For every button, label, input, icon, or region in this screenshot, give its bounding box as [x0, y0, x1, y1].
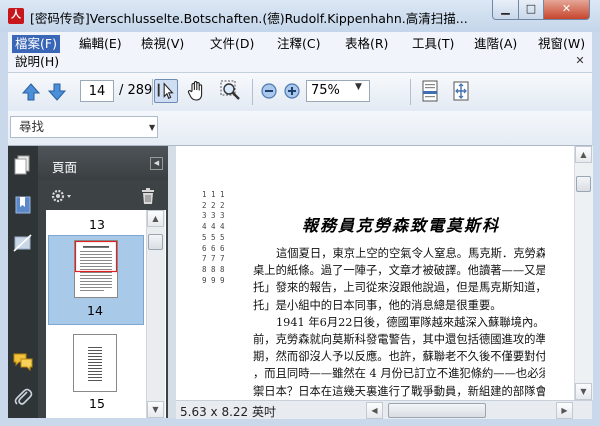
chevron-down-icon[interactable]: ▼ — [149, 123, 155, 132]
text-line: 期，然而卻沒人予以反應。也許，蘇聯老不久後不僅要對付德國 — [253, 350, 545, 364]
page-number-input[interactable]: 14 — [80, 80, 114, 102]
line-number-margin: 1 1 1 2 2 2 3 3 3 4 4 4 5 5 5 6 6 6 7 7 … — [202, 190, 225, 285]
find-toolbar: 尋找 ▼ — [8, 111, 592, 146]
document-horizontal-scrollbar[interactable]: ◀ ▶ — [366, 402, 574, 419]
menu-help[interactable]: 說明(H) — [12, 53, 62, 71]
minimize-button[interactable]: ▁ — [492, 0, 519, 20]
hand-tool-icon[interactable] — [185, 79, 209, 103]
scrollbar-thumb[interactable] — [148, 234, 163, 250]
document-status-bar: 5.63 x 8.22 英吋 ◀ ▶ — [176, 400, 592, 419]
scroll-up-icon[interactable]: ▲ — [575, 146, 592, 163]
thumbnail-label[interactable]: 13 — [46, 217, 148, 232]
document-view: 1 1 1 2 2 2 3 3 3 4 4 4 5 5 5 6 6 6 7 7 … — [168, 146, 593, 419]
scrollbar-thumb[interactable] — [388, 403, 486, 418]
zoom-in-icon[interactable] — [280, 79, 304, 103]
page-size-readout: 5.63 x 8.22 英吋 — [180, 405, 276, 419]
total-pages: / 289 — [119, 83, 153, 98]
thumbnail-page-14[interactable] — [74, 240, 118, 298]
menu-window[interactable]: 視窗(W) — [535, 35, 588, 53]
text-line: 托」是小組中的日本同事，他的消息總是很重要。 — [253, 298, 502, 312]
thumbnail-scrollbar[interactable]: ▲ ▼ — [146, 210, 165, 418]
scroll-up-icon[interactable]: ▲ — [147, 210, 164, 227]
acrobat-reader-icon: 人 — [8, 8, 24, 24]
menu-file[interactable]: 檔案(F) — [12, 35, 60, 53]
thumbnail-list: 13 14 15 ▲ ▼ — [46, 210, 166, 418]
trash-icon[interactable] — [141, 188, 155, 204]
menu-comments[interactable]: 注釋(C) — [274, 35, 323, 53]
toolbar-separator — [252, 79, 253, 105]
text-line: 禦日本？日本在這幾天裏進行了戰爭動員，新組建的部隊會被調 — [253, 384, 545, 398]
find-input[interactable]: 尋找 — [10, 116, 158, 138]
toolbar: 14 / 289 75% ▼ — [8, 72, 592, 112]
menu-advanced[interactable]: 進階(A) — [471, 35, 520, 53]
text-line: 托」發來的報告，上司從來沒跟他說過，但是馬克斯知道，「奧 — [253, 281, 545, 295]
title-bar: 人 [密码传奇]Verschlusselte.Botschaften.(德)Ru… — [0, 0, 600, 32]
toolbar-separator — [152, 79, 153, 105]
chevron-down-icon[interactable]: ▼ — [355, 82, 362, 92]
zoom-out-icon[interactable] — [257, 79, 281, 103]
text-line: 桌上的紙條。過了一陣子，文章才被破譯。他讀著——又是「奧 — [253, 264, 545, 278]
fit-page-icon[interactable] — [449, 79, 473, 103]
select-tool-icon[interactable] — [154, 79, 178, 103]
thumbnail-label[interactable]: 14 — [47, 303, 143, 318]
toolbar-separator — [410, 79, 411, 105]
thumbnail-page-image — [74, 240, 118, 291]
menu-document[interactable]: 文件(D) — [207, 35, 257, 53]
pages-panel-header: 頁面 ◀ — [38, 146, 168, 180]
menu-bar: 檔案(F) 編輯(E) 檢視(V) 文件(D) 注釋(C) 表格(R) 工具(T… — [8, 32, 592, 72]
marquee-zoom-icon[interactable] — [219, 79, 243, 103]
scrollbar-thumb[interactable] — [576, 176, 591, 192]
close-button[interactable]: ✕ — [543, 0, 590, 20]
document-close-icon[interactable]: ✕ — [574, 55, 586, 67]
page-heading: 報務員克勞森致電莫斯科 — [302, 216, 501, 235]
text-line: ，而且同時——雖然在 4 月份已訂立不進犯條約——也必須防 — [253, 367, 545, 381]
scroll-left-icon[interactable]: ◀ — [366, 402, 383, 419]
thumbnail-page-15[interactable] — [73, 334, 117, 392]
maximize-button[interactable]: □ — [518, 0, 544, 20]
text-line: 前，克勞森就向莫斯科發電警告，其中還包括德國進攻的準備日 — [253, 333, 545, 347]
scroll-down-icon[interactable]: ▼ — [575, 383, 592, 400]
page-body-text: 這個夏日，東京上空的空氣令人窒息。馬克斯．克勞森看著 桌上的紙條。過了一陣子，文… — [253, 245, 545, 400]
menu-view[interactable]: 檢視(V) — [138, 35, 187, 53]
bookmarks-icon[interactable] — [12, 194, 34, 216]
menu-tools[interactable]: 工具(T) — [409, 35, 457, 53]
scroll-down-icon[interactable]: ▼ — [147, 401, 164, 418]
next-page-icon[interactable] — [46, 81, 68, 103]
thumbnail-page-image — [88, 347, 102, 381]
comments-icon[interactable] — [12, 350, 34, 372]
thumbnail-selected[interactable]: 14 — [48, 235, 144, 325]
pages-panel-title: 頁面 — [52, 160, 78, 175]
pages-icon[interactable] — [12, 154, 34, 176]
window-title: [密码传奇]Verschlusselte.Botschaften.(德)Rudo… — [30, 11, 468, 26]
signatures-icon[interactable] — [12, 232, 34, 254]
scroll-right-icon[interactable]: ▶ — [556, 402, 573, 419]
text-line: 這個夏日，東京上空的空氣令人窒息。馬克斯．克勞森看著 — [276, 247, 545, 260]
menu-forms[interactable]: 表格(R) — [342, 35, 391, 53]
thumbnail-label[interactable]: 15 — [46, 396, 148, 411]
attachments-icon[interactable] — [12, 386, 34, 408]
actual-size-icon[interactable] — [418, 79, 442, 103]
navigation-pane-strip — [8, 146, 38, 418]
options-gear-icon[interactable] — [50, 188, 74, 204]
collapse-panel-button[interactable]: ◀ — [150, 157, 163, 170]
document-vertical-scrollbar[interactable]: ▲ ▼ — [574, 146, 593, 400]
text-line: 1941 年6月22日後，德國軍隊越來越深入蘇聯境內。很久以 — [276, 315, 545, 329]
pages-panel: 頁面 ◀ 13 14 15 ▲ ▼ — [38, 146, 168, 418]
menu-edit[interactable]: 編輯(E) — [76, 35, 125, 53]
previous-page-icon[interactable] — [20, 81, 42, 103]
